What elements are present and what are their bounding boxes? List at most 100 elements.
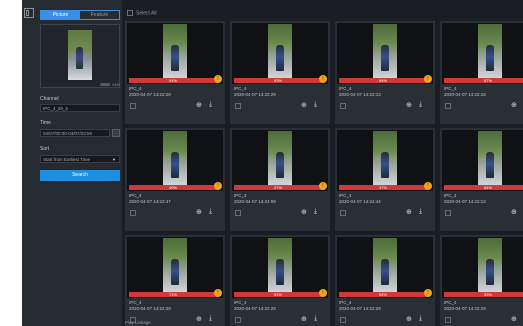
- result-card[interactable]: 94%! IPC_4 2020-04-07 14:22:29 ⊕ ⤓: [335, 235, 435, 326]
- result-thumbnail[interactable]: 93%!: [232, 23, 328, 84]
- similarity-percent: 71%: [168, 292, 177, 297]
- card-checkbox[interactable]: [235, 317, 241, 323]
- download-icon[interactable]: ⤓: [209, 101, 212, 109]
- zoom-icon[interactable]: ⊕: [406, 101, 412, 109]
- result-thumbnail[interactable]: 91%!: [232, 237, 328, 298]
- select-all-checkbox[interactable]: [127, 10, 133, 16]
- snapshot-person: [171, 152, 179, 178]
- card-checkbox[interactable]: [340, 317, 346, 323]
- similarity-slider[interactable]: [100, 83, 110, 86]
- zoom-icon[interactable]: ⊕: [196, 101, 202, 109]
- card-channel: IPC_4: [234, 300, 247, 305]
- bottom-toolbar[interactable]: Play Linkage: [125, 320, 151, 325]
- card-channel: IPC_4: [444, 86, 457, 91]
- sort-select[interactable]: Start from Earliest Time ▼: [40, 155, 120, 163]
- card-channel: IPC_4: [129, 300, 142, 305]
- download-icon[interactable]: ⤓: [314, 101, 317, 109]
- zoom-icon[interactable]: ⊕: [301, 101, 307, 109]
- zoom-icon[interactable]: ⊕: [301, 208, 307, 216]
- time-label: Time: [40, 120, 51, 126]
- card-checkbox[interactable]: [340, 103, 346, 109]
- result-card[interactable]: 27%! IPC_4 2020-04-07 14:24:09 ⊕ ⤓: [230, 128, 330, 231]
- search-button[interactable]: Search: [40, 170, 120, 181]
- result-thumbnail[interactable]: 94%!: [337, 23, 433, 84]
- download-icon[interactable]: ⤓: [209, 208, 212, 216]
- panel-toggle-icon[interactable]: [24, 8, 34, 18]
- zoom-icon[interactable]: ⊕: [511, 101, 517, 109]
- alert-badge-icon: !: [424, 289, 432, 297]
- snapshot-person: [486, 152, 494, 178]
- download-icon[interactable]: ⤓: [314, 208, 317, 216]
- time-field[interactable]: 04/07/00:00-04/07/23:59: [40, 129, 110, 137]
- result-card[interactable]: 71%! IPC_4 2020-04-07 14:22:29 ⊕ ⤓: [125, 235, 225, 326]
- snapshot-person: [276, 45, 284, 71]
- download-icon[interactable]: ⤓: [419, 208, 422, 216]
- zoom-icon[interactable]: ⊕: [511, 208, 517, 216]
- similarity-value: 24%: [111, 82, 120, 87]
- target-image-preview[interactable]: [40, 24, 120, 88]
- select-all[interactable]: Select All: [127, 10, 157, 16]
- zoom-icon[interactable]: ⊕: [196, 315, 202, 323]
- result-thumbnail[interactable]: 94%!: [337, 237, 433, 298]
- result-card[interactable]: 49%! IPC_4 2020-04-07 14:22:47 ⊕ ⤓: [125, 128, 225, 231]
- channel-field[interactable]: IPC_4_5h_5: [40, 104, 120, 112]
- zoom-icon[interactable]: ⊕: [511, 315, 517, 323]
- download-icon[interactable]: ⤓: [419, 101, 422, 109]
- select-all-label: Select All: [136, 10, 157, 17]
- result-thumbnail[interactable]: 93%!: [442, 237, 523, 298]
- result-card[interactable]: 94%! IPC_4 2020-04-07 14:22:29 ⊕ ⤓: [125, 21, 225, 124]
- download-icon[interactable]: ⤓: [419, 315, 422, 323]
- result-card[interactable]: 93%!IPC_42020-04-07 14:22:29⊕⤓: [230, 21, 330, 124]
- result-thumbnail[interactable]: 87%!: [442, 23, 523, 84]
- card-channel: IPC_4: [444, 300, 457, 305]
- card-checkbox[interactable]: [340, 210, 346, 216]
- result-thumbnail[interactable]: 27%!: [232, 130, 328, 191]
- card-timestamp: 2020-04-07 14:22:47: [129, 199, 171, 204]
- similarity-percent: 93%: [273, 78, 282, 83]
- app-window: Picture Feature 24% Channel IPC_4_5h_5 T…: [22, 0, 523, 326]
- zoom-icon[interactable]: ⊕: [196, 208, 202, 216]
- card-checkbox[interactable]: [130, 210, 136, 216]
- result-card[interactable]: 37%! IPC_4 2020-04-07 14:24:44 ⊕ ⤓: [335, 128, 435, 231]
- alert-badge-icon: !: [424, 75, 432, 83]
- result-thumbnail[interactable]: 94%!: [127, 23, 223, 84]
- card-checkbox[interactable]: [445, 210, 451, 216]
- alert-badge-icon: !: [214, 75, 222, 83]
- card-checkbox[interactable]: [445, 103, 451, 109]
- card-channel: IPC_4: [234, 86, 247, 91]
- result-thumbnail[interactable]: 71%!: [127, 237, 223, 298]
- sort-label: Sort: [40, 146, 50, 152]
- snapshot-person: [276, 259, 284, 285]
- card-timestamp: 2020-04-07 14:22:29: [129, 306, 171, 311]
- card-channel: IPC_4: [444, 193, 457, 198]
- download-icon[interactable]: ⤓: [314, 315, 317, 323]
- result-card[interactable]: 84%!IPC_42020-04-07 14:22:13⊕⤓: [440, 128, 523, 231]
- download-icon[interactable]: ⤓: [209, 315, 212, 323]
- zoom-icon[interactable]: ⊕: [301, 315, 307, 323]
- card-channel: IPC_4: [234, 193, 247, 198]
- card-checkbox[interactable]: [235, 210, 241, 216]
- chevron-down-icon: ▼: [112, 157, 116, 162]
- result-thumbnail[interactable]: 37%!: [337, 130, 433, 191]
- card-timestamp: 2020-04-07 14:22:29: [234, 306, 276, 311]
- card-channel: IPC_4: [129, 86, 142, 91]
- zoom-icon[interactable]: ⊕: [406, 208, 412, 216]
- result-thumbnail[interactable]: 49%!: [127, 130, 223, 191]
- result-card[interactable]: 91%! IPC_4 2020-04-07 14:22:29 ⊕ ⤓: [230, 235, 330, 326]
- alert-badge-icon: !: [319, 289, 327, 297]
- card-checkbox[interactable]: [445, 317, 451, 323]
- card-checkbox[interactable]: [130, 103, 136, 109]
- alert-badge-icon: !: [319, 182, 327, 190]
- tab-picture[interactable]: Picture: [41, 11, 80, 19]
- results-grid: 94%! IPC_4 2020-04-07 14:22:29 ⊕ ⤓ 93%! IPC_4 2…: [125, 21, 523, 326]
- result-thumbnail[interactable]: 84%!: [442, 130, 523, 191]
- card-timestamp: 2020-04-07 14:22:29: [444, 306, 486, 311]
- result-card[interactable]: 93%!IPC_42020-04-07 14:22:29⊕⤓: [440, 235, 523, 326]
- result-card[interactable]: 94%! IPC_4 2020-04-07 14:22:13 ⊕ ⤓: [335, 21, 435, 124]
- calendar-icon[interactable]: [112, 129, 120, 137]
- card-checkbox[interactable]: [235, 103, 241, 109]
- result-card[interactable]: 87%!IPC_42020-04-07 14:22:16⊕⤓: [440, 21, 523, 124]
- tab-feature[interactable]: Feature: [80, 11, 119, 19]
- preview-person: [76, 47, 83, 69]
- zoom-icon[interactable]: ⊕: [406, 315, 412, 323]
